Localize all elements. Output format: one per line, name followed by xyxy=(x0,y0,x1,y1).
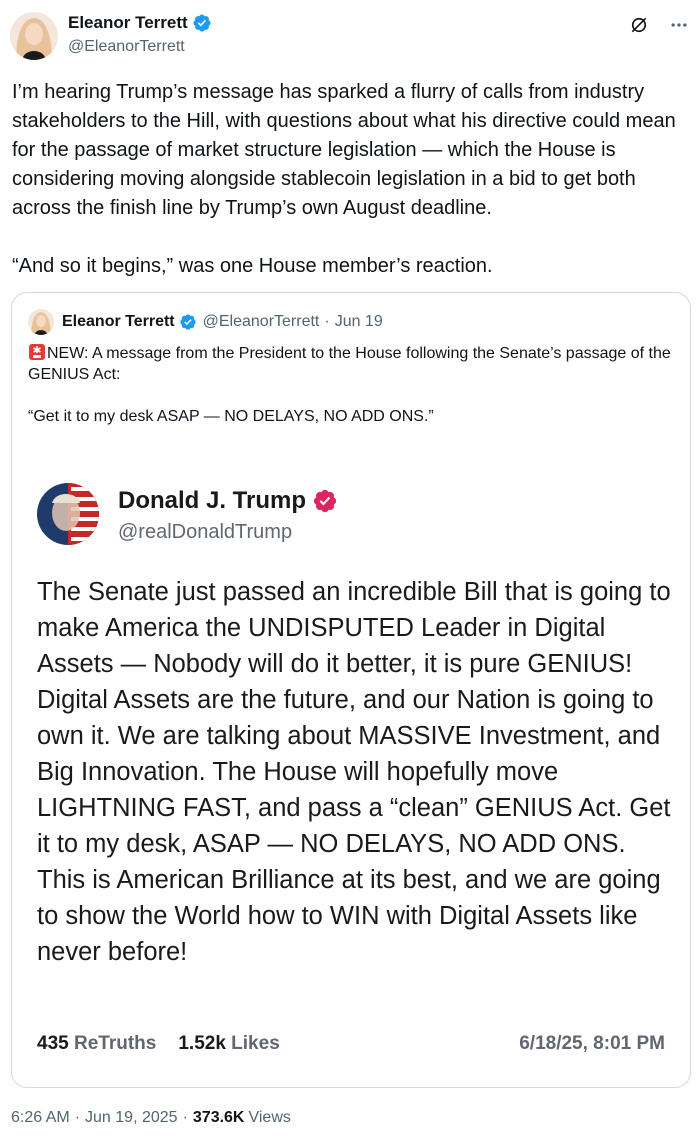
quoted-post-text: NEW: A message from the President to the… xyxy=(28,345,671,425)
verified-badge-icon xyxy=(312,488,338,514)
separator-dot: · xyxy=(324,313,330,330)
truth-text: The Senate just passed an incredible Bil… xyxy=(37,578,671,966)
retruths-label: ReTruths xyxy=(73,1033,157,1054)
post-header: Eleanor Terrett @EleanorTerrett xyxy=(10,10,690,62)
separator-dot: · xyxy=(74,1109,81,1126)
truth-author-avatar xyxy=(37,483,99,545)
quoted-author-name: Eleanor Terrett xyxy=(62,313,175,330)
quoted-post-text-wrap: NEW: A message from the President to the… xyxy=(28,343,678,427)
quoted-author-handle: @EleanorTerrett xyxy=(202,313,320,330)
quoted-author-avatar xyxy=(28,309,54,335)
truth-author-name: Donald J. Trump xyxy=(118,487,307,514)
verified-badge-icon xyxy=(192,13,212,33)
more-icon[interactable] xyxy=(668,14,690,36)
retruths-stat: 435 ReTruths xyxy=(37,1033,156,1055)
retruths-count: 435 xyxy=(37,1033,69,1054)
truth-author-handle: @realDonaldTrump xyxy=(118,521,293,543)
post-time[interactable]: 6:26 AM xyxy=(11,1109,70,1127)
grok-icon[interactable] xyxy=(628,14,650,36)
author-handle[interactable]: @EleanorTerrett xyxy=(68,38,185,56)
embedded-truth-image[interactable]: Donald J. Trump @realDonaldTrump The Sen… xyxy=(13,453,689,1087)
siren-icon xyxy=(28,343,46,361)
separator-dot: · xyxy=(182,1109,188,1126)
views-label: Views xyxy=(248,1109,291,1126)
post-date[interactable]: Jun 19, 2025 xyxy=(85,1109,178,1127)
likes-count: 1.52k xyxy=(178,1033,226,1054)
author-avatar[interactable] xyxy=(10,12,58,60)
truth-timestamp: 6/18/25, 8:01 PM xyxy=(519,1033,665,1054)
views-count: 373.6K xyxy=(192,1109,245,1126)
verified-badge-icon xyxy=(179,313,197,331)
post-footer: 6:26 AM · Jun 19, 2025 · 373.6K Views xyxy=(11,1109,291,1127)
quoted-post-date: Jun 19 xyxy=(334,313,383,330)
post-text: I’m hearing Trump’s message has sparked … xyxy=(12,81,676,277)
likes-label: Likes xyxy=(231,1033,280,1054)
quoted-post[interactable]: Eleanor Terrett @EleanorTerrett · Jun 19… xyxy=(11,292,691,1088)
truth-stats: 435 ReTruths 1.52k Likes xyxy=(37,1033,280,1055)
quoted-post-header: Eleanor Terrett @EleanorTerrett · Jun 19 xyxy=(28,309,383,335)
likes-stat: 1.52k Likes xyxy=(178,1033,279,1055)
author-name[interactable]: Eleanor Terrett xyxy=(68,13,188,33)
